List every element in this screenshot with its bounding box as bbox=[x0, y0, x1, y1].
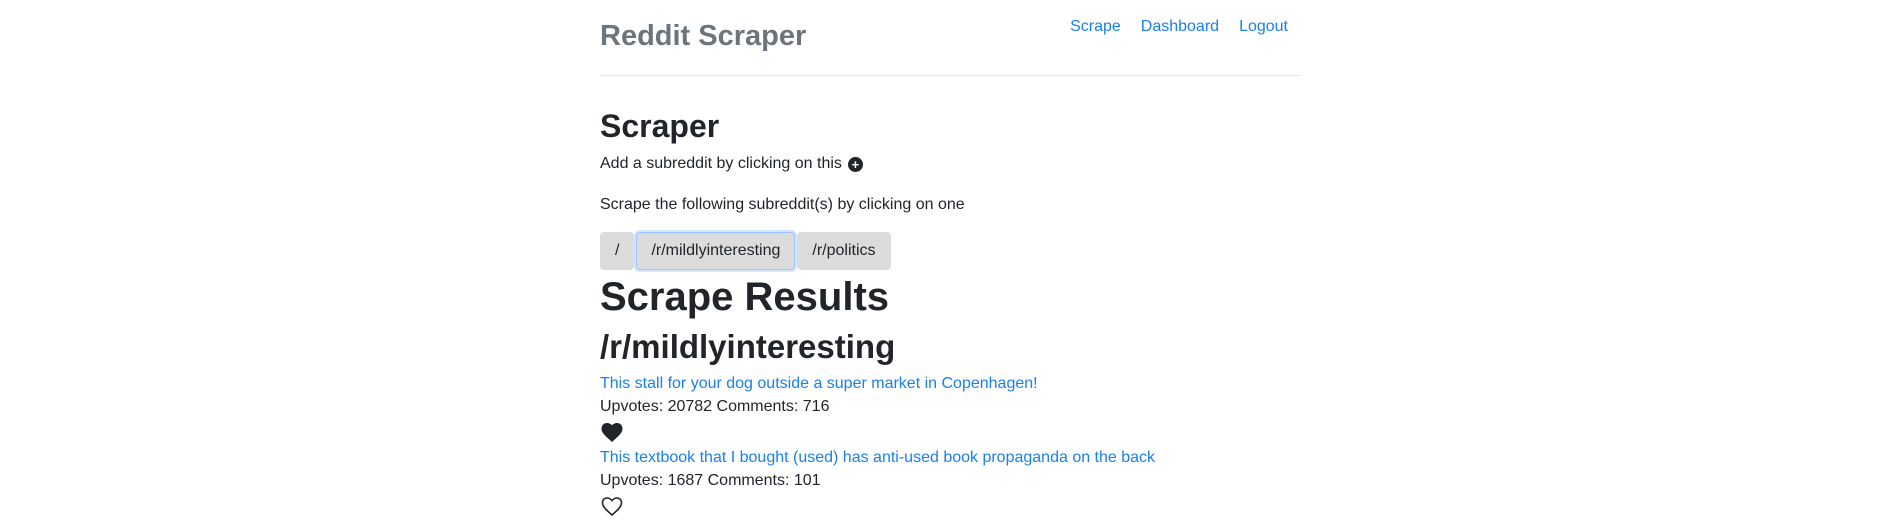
top-nav: Scrape Dashboard Logout bbox=[1070, 18, 1288, 36]
post-item: This stall for your dog outside a super … bbox=[600, 374, 1038, 448]
subreddit-button-mildlyinteresting[interactable]: /r/mildlyinteresting bbox=[636, 232, 796, 270]
nav-link-scrape[interactable]: Scrape bbox=[1070, 18, 1121, 36]
plus-circle-icon[interactable]: + bbox=[847, 156, 863, 172]
scrape-instructions: Scrape the following subreddit(s) by cli… bbox=[600, 196, 965, 213]
heart-outline-icon[interactable] bbox=[600, 495, 624, 517]
results-title: Scrape Results bbox=[600, 275, 890, 319]
brand-title: Reddit Scraper bbox=[600, 20, 807, 52]
page-title: Scraper bbox=[600, 108, 720, 144]
post-stats: Upvotes: 20782 Comments: 716 bbox=[600, 398, 830, 415]
subreddit-button-root[interactable]: / bbox=[600, 232, 635, 270]
post-stats: Upvotes: 1687 Comments: 101 bbox=[600, 472, 821, 489]
subreddit-button-politics[interactable]: /r/politics bbox=[797, 232, 891, 270]
nav-link-logout[interactable]: Logout bbox=[1239, 18, 1288, 36]
heart-filled-icon[interactable] bbox=[600, 421, 624, 443]
page-container: Reddit Scraper Scrape Dashboard Logout S… bbox=[600, 0, 1300, 517]
post-title-link[interactable]: This stall for your dog outside a super … bbox=[600, 374, 1038, 394]
add-subreddit-text: Add a subreddit by clicking on this bbox=[600, 155, 842, 172]
post-title-link[interactable]: This textbook that I bought (used) has a… bbox=[600, 448, 1155, 468]
add-subreddit-line: Add a subreddit by clicking on this + bbox=[600, 155, 863, 173]
nav-link-dashboard[interactable]: Dashboard bbox=[1141, 18, 1219, 36]
header: Reddit Scraper Scrape Dashboard Logout bbox=[600, 0, 1300, 76]
subreddit-button-group: / /r/mildlyinteresting /r/politics bbox=[600, 232, 891, 270]
post-item: This textbook that I bought (used) has a… bbox=[600, 448, 1155, 522]
results-subreddit-title: /r/mildlyinteresting bbox=[600, 328, 896, 365]
